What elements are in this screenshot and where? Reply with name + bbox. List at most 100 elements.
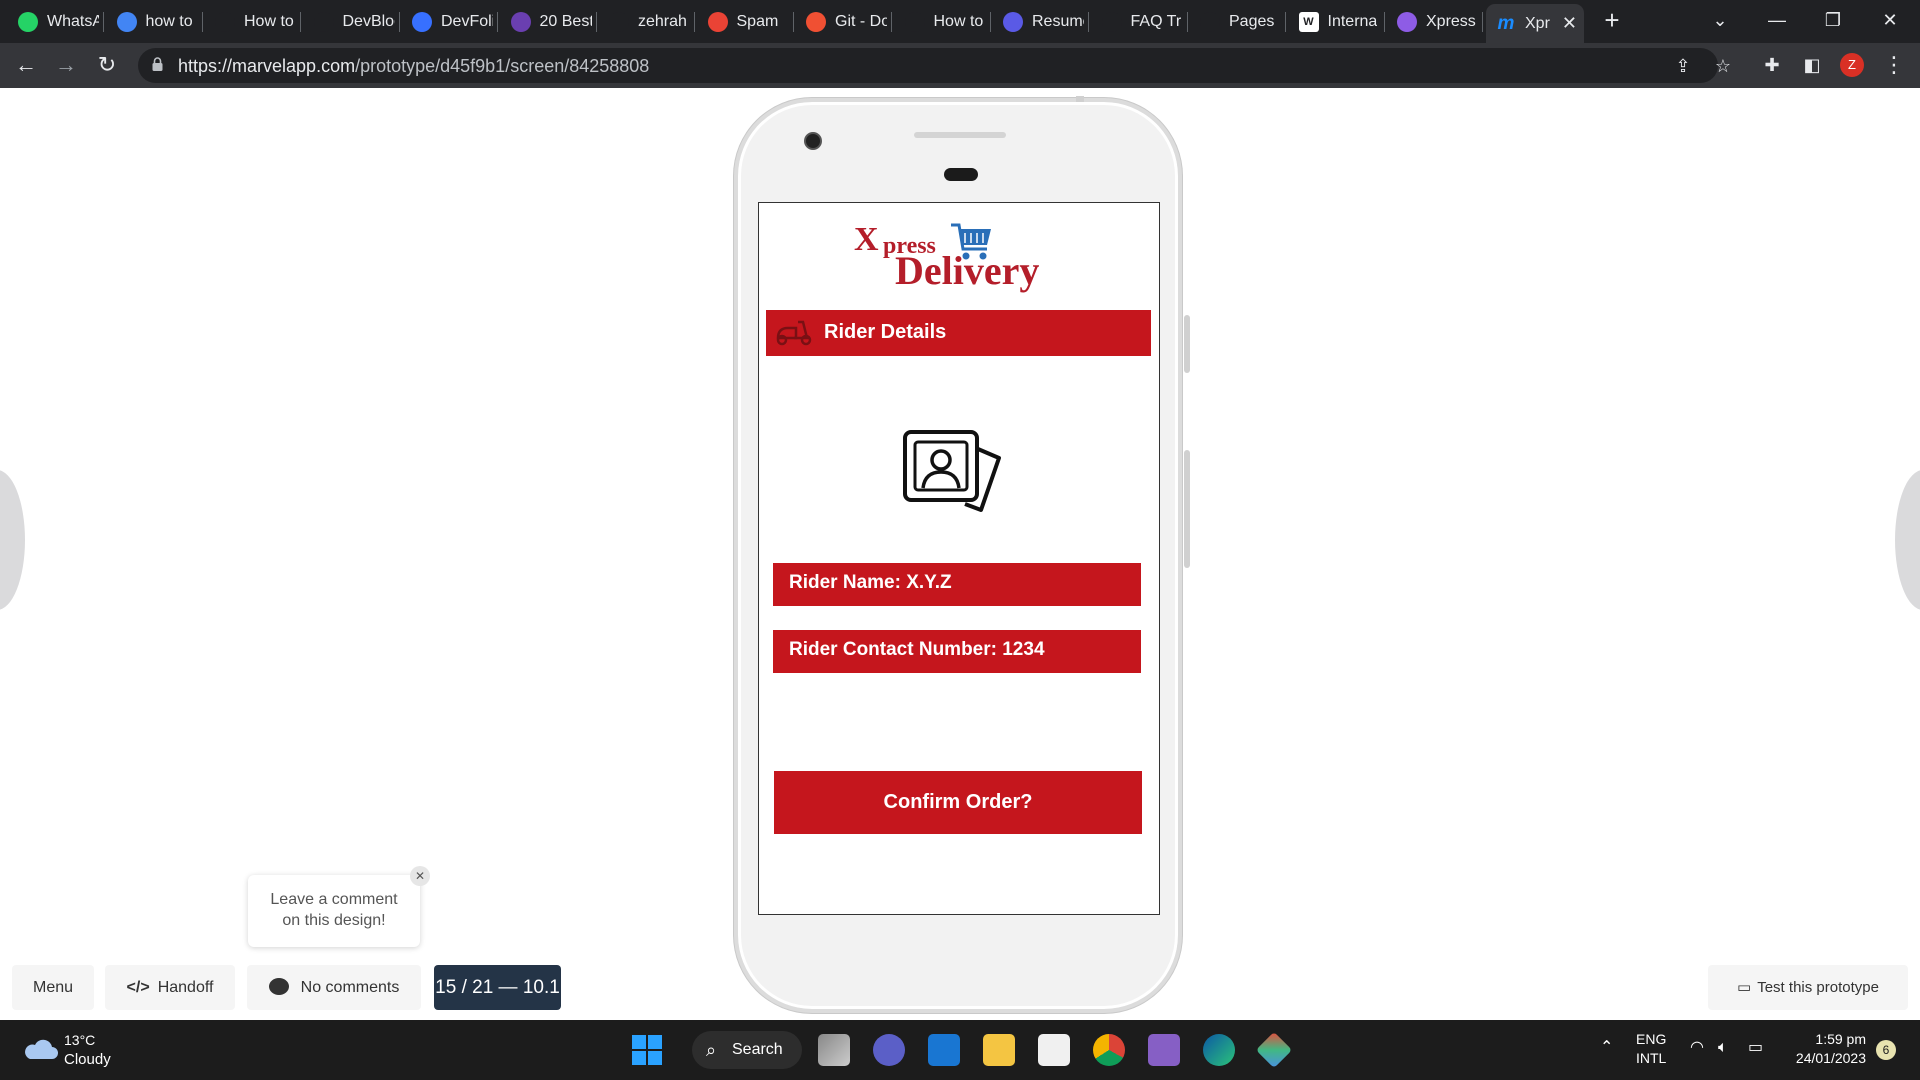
- profile-avatar[interactable]: Z: [1840, 53, 1864, 77]
- tab[interactable]: WhatsApp: [18, 8, 104, 35]
- new-tab-button[interactable]: +: [1597, 6, 1627, 36]
- mail-icon[interactable]: [928, 1034, 960, 1066]
- comments-button[interactable]: No comments: [247, 965, 421, 1010]
- test-prototype-button[interactable]: ▭ Test this prototype: [1708, 965, 1908, 1010]
- handoff-button[interactable]: </> Handoff: [105, 965, 235, 1010]
- openai-icon: [215, 11, 235, 32]
- tab[interactable]: How to: [904, 8, 991, 35]
- temperature: 13°C: [64, 1032, 96, 1048]
- side-panel-icon[interactable]: ◧: [1796, 49, 1828, 81]
- tab-strip: WhatsApp how to How to DevBlog DevFolio 20 Be…: [0, 0, 1920, 43]
- comment-prompt[interactable]: Leave a comment on this design!: [248, 875, 420, 947]
- tab-title: Resume: [1032, 12, 1084, 30]
- task-view-icon[interactable]: [818, 1034, 850, 1066]
- tab-title: WhatsApp: [47, 12, 99, 30]
- bookmark-star-icon[interactable]: ☆: [1708, 54, 1738, 78]
- tab[interactable]: How to: [215, 8, 301, 35]
- reload-button[interactable]: ↻: [91, 49, 123, 81]
- screen-counter-label: 15 / 21 — 10.1: [435, 977, 560, 998]
- tab[interactable]: DevBlog: [313, 8, 400, 35]
- next-screen-arrow[interactable]: [1895, 470, 1920, 610]
- visual-studio-icon[interactable]: [1148, 1034, 1180, 1066]
- microsoft-store-icon[interactable]: [1038, 1034, 1070, 1066]
- menu-button[interactable]: Menu: [12, 965, 94, 1010]
- close-window-button[interactable]: ✕: [1870, 6, 1910, 36]
- comment-prompt-line2: on this design!: [282, 912, 386, 929]
- resume-icon: [1003, 11, 1023, 32]
- tab-active[interactable]: m Xpr ✕: [1486, 4, 1584, 43]
- phone-side-button: [1184, 315, 1190, 373]
- share-icon[interactable]: ⇪: [1668, 54, 1698, 78]
- close-icon[interactable]: ✕: [1562, 13, 1577, 34]
- git-icon: [806, 11, 826, 32]
- tab[interactable]: Git - Do: [806, 8, 892, 35]
- github-icon: [1200, 11, 1220, 32]
- tab-title: zehrah: [638, 12, 687, 30]
- w-logo-icon: W: [1298, 11, 1319, 32]
- git-kraken-icon[interactable]: [1255, 1031, 1293, 1069]
- tab[interactable]: Resume: [1003, 8, 1089, 35]
- close-icon[interactable]: ✕: [410, 866, 430, 886]
- edge-icon[interactable]: [1203, 1034, 1235, 1066]
- screen-counter[interactable]: 15 / 21 — 10.1: [434, 965, 561, 1010]
- test-prototype-label: Test this prototype: [1757, 979, 1879, 996]
- tab[interactable]: 20 Best: [510, 8, 597, 35]
- tab[interactable]: Xpress: [1397, 8, 1483, 35]
- extensions-icon[interactable]: ✚: [1756, 49, 1788, 81]
- clock-time: 1:59 pm: [1815, 1031, 1866, 1047]
- windows-start-icon[interactable]: [631, 1034, 663, 1066]
- tab-search-button[interactable]: ⌄: [1700, 6, 1740, 36]
- weather-condition: Cloudy: [64, 1051, 111, 1068]
- a-logo-icon: [904, 11, 925, 32]
- taskbar: 13°C Cloudy ⌕ Search ⌃ ENG INTL ◠ 🔈︎ ▭ 1…: [0, 1020, 1920, 1080]
- tab[interactable]: how to: [116, 8, 203, 35]
- language-line1: ENG: [1636, 1031, 1667, 1047]
- chrome-icon[interactable]: [1093, 1034, 1125, 1066]
- file-explorer-icon[interactable]: [983, 1034, 1015, 1066]
- tab-separator: [300, 12, 301, 32]
- show-hidden-icons[interactable]: ⌃: [1600, 1038, 1613, 1057]
- tab-title: how to: [145, 12, 193, 30]
- tab-separator: [1383, 12, 1385, 32]
- notification-badge[interactable]: 6: [1876, 1040, 1896, 1060]
- tab[interactable]: Pages: [1200, 8, 1286, 35]
- tab-title: FAQ Tr: [1130, 12, 1182, 30]
- xpress-delivery-logo: X press Delivery: [759, 211, 1159, 293]
- minimize-button[interactable]: —: [1757, 6, 1797, 36]
- taskbar-search[interactable]: ⌕ Search: [692, 1031, 802, 1069]
- tab[interactable]: zehrah: [609, 8, 695, 35]
- clock[interactable]: 1:59 pm 24/01/2023: [1790, 1030, 1866, 1068]
- forward-button[interactable]: →: [50, 49, 82, 81]
- back-button[interactable]: ←: [10, 49, 42, 81]
- chrome-menu-icon[interactable]: ⋮: [1878, 49, 1910, 81]
- language-line2: INTL: [1636, 1050, 1667, 1066]
- comments-label: No comments: [300, 979, 400, 996]
- language-indicator[interactable]: ENG INTL: [1636, 1030, 1666, 1068]
- scooter-icon: [776, 320, 812, 346]
- tab-separator: [694, 12, 695, 32]
- speech-bubble-icon: [268, 978, 289, 995]
- wifi-icon[interactable]: ◠: [1690, 1038, 1704, 1057]
- restore-button[interactable]: ❐: [1813, 6, 1853, 36]
- confirm-order-button[interactable]: Confirm Order?: [774, 771, 1142, 834]
- code-icon: </>: [126, 979, 150, 996]
- menu-label: Menu: [32, 979, 74, 996]
- battery-icon[interactable]: ▭: [1748, 1038, 1763, 1057]
- tab[interactable]: DevFolio: [412, 8, 498, 35]
- phone-frame: X press Delivery Rider Details Rider Nam…: [734, 96, 1190, 1013]
- tab[interactable]: FAQ Tr: [1101, 8, 1188, 35]
- volume-icon[interactable]: 🔈︎: [1718, 1038, 1728, 1057]
- tab-separator: [497, 12, 498, 32]
- tab[interactable]: W Interna: [1298, 8, 1385, 35]
- shopping-cart-icon: [951, 223, 991, 260]
- previous-screen-arrow[interactable]: [0, 470, 25, 610]
- tab[interactable]: Spam: [707, 8, 794, 35]
- whatsapp-icon: [18, 11, 38, 32]
- address-bar[interactable]: https://marvelapp.com/prototype/d45f9b1/…: [138, 48, 1731, 83]
- browser-toolbar: ← → ↻ https://marvelapp.com/prototype/d4…: [0, 43, 1920, 88]
- tab-title: Xpress: [1426, 12, 1476, 30]
- tab-separator: [792, 12, 794, 32]
- teams-chat-icon[interactable]: [873, 1034, 905, 1066]
- taskbar-search-label: Search: [732, 1041, 783, 1058]
- tab-separator: [1088, 12, 1089, 32]
